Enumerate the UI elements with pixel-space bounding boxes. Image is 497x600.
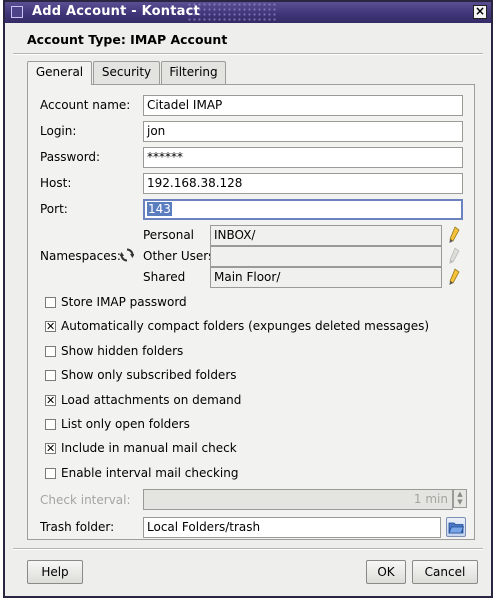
tab-security-label: Security [101,65,152,79]
interval-check-label[interactable]: Enable interval mail checking [61,466,238,480]
login-label: Login: [40,124,77,138]
open-folders-only-label[interactable]: List only open folders [61,417,190,431]
port-label: Port: [40,202,68,216]
edit-other-users-namespace-icon [449,247,460,264]
edit-personal-namespace-icon[interactable] [448,226,460,244]
namespace-personal-label: Personal [143,228,195,242]
cancel-button[interactable]: Cancel [412,560,478,584]
namespaces-label: Namespaces: [40,249,121,263]
host-label: Host: [40,176,72,190]
titlebar-pattern [187,2,277,23]
browse-trash-folder-button[interactable] [446,517,466,537]
store-password-label[interactable]: Store IMAP password [61,295,187,309]
help-button[interactable]: Help [27,560,83,584]
auto-compact-label[interactable]: Automatically compact folders (expunges … [61,319,429,333]
check-interval-field: 1 min [143,489,453,510]
interval-check-checkbox[interactable] [45,468,56,479]
footer-divider [13,548,483,550]
title-bar[interactable]: Add Account - Kontact × [5,2,491,23]
trash-folder-label: Trash folder: [40,520,115,534]
password-field[interactable]: ****** [143,147,463,168]
close-icon: × [474,4,486,18]
port-value: 143 [147,202,172,216]
trash-folder-field[interactable]: Local Folders/trash [143,517,441,538]
check-interval-spinner: ▲ ▼ [453,489,467,508]
subscribed-only-checkbox[interactable] [45,370,56,381]
header-divider [13,53,483,55]
load-attachments-checkbox[interactable]: ✕ [45,395,56,406]
tab-filtering-label: Filtering [169,65,218,79]
help-button-label: Help [41,565,69,579]
show-hidden-checkbox[interactable] [45,346,56,357]
cancel-button-label: Cancel [424,565,466,579]
login-field[interactable]: jon [143,121,463,142]
namespace-shared-label: Shared [143,270,186,284]
tab-general[interactable]: General [27,61,92,85]
namespace-other-users-label: Other Users [143,249,215,263]
manual-check-checkbox[interactable]: ✕ [45,443,56,454]
edit-shared-namespace-icon[interactable] [448,268,460,286]
ok-button[interactable]: OK [366,560,406,584]
load-attachments-label[interactable]: Load attachments on demand [61,393,241,407]
spin-up-icon: ▲ [457,490,463,498]
port-field[interactable]: 143 [143,199,463,220]
tab-general-label: General [35,65,84,79]
namespace-personal-field: INBOX/ [210,225,442,246]
host-field[interactable]: 192.168.38.128 [143,173,463,194]
password-label: Password: [40,150,101,164]
close-button[interactable]: × [473,5,487,19]
refresh-icon[interactable] [120,248,134,262]
account-type-heading: Account Type: IMAP Account [27,32,228,47]
general-tab-panel: Account name: Citadel IMAP Login: jon Pa… [27,84,475,540]
subscribed-only-label[interactable]: Show only subscribed folders [61,368,237,382]
folder-open-icon [448,522,465,534]
manual-check-label[interactable]: Include in manual mail check [61,441,237,455]
add-account-dialog: Add Account - Kontact × Account Type: IM… [3,0,493,598]
window-title: Add Account - Kontact [32,4,200,19]
open-folders-only-checkbox[interactable] [45,419,56,430]
auto-compact-checkbox[interactable]: ✕ [45,321,56,332]
account-name-field[interactable]: Citadel IMAP [143,95,463,116]
app-icon[interactable] [11,6,23,18]
account-name-label: Account name: [40,98,131,112]
namespace-shared-field: Main Floor/ [210,267,442,288]
namespace-other-users-field [210,246,442,267]
tab-security[interactable]: Security [93,61,160,84]
tab-filtering[interactable]: Filtering [161,61,226,84]
spin-down-icon: ▼ [457,498,463,506]
show-hidden-label[interactable]: Show hidden folders [61,344,183,358]
ok-button-label: OK [377,565,395,579]
store-password-checkbox[interactable] [45,297,56,308]
check-interval-label: Check interval: [40,493,131,507]
